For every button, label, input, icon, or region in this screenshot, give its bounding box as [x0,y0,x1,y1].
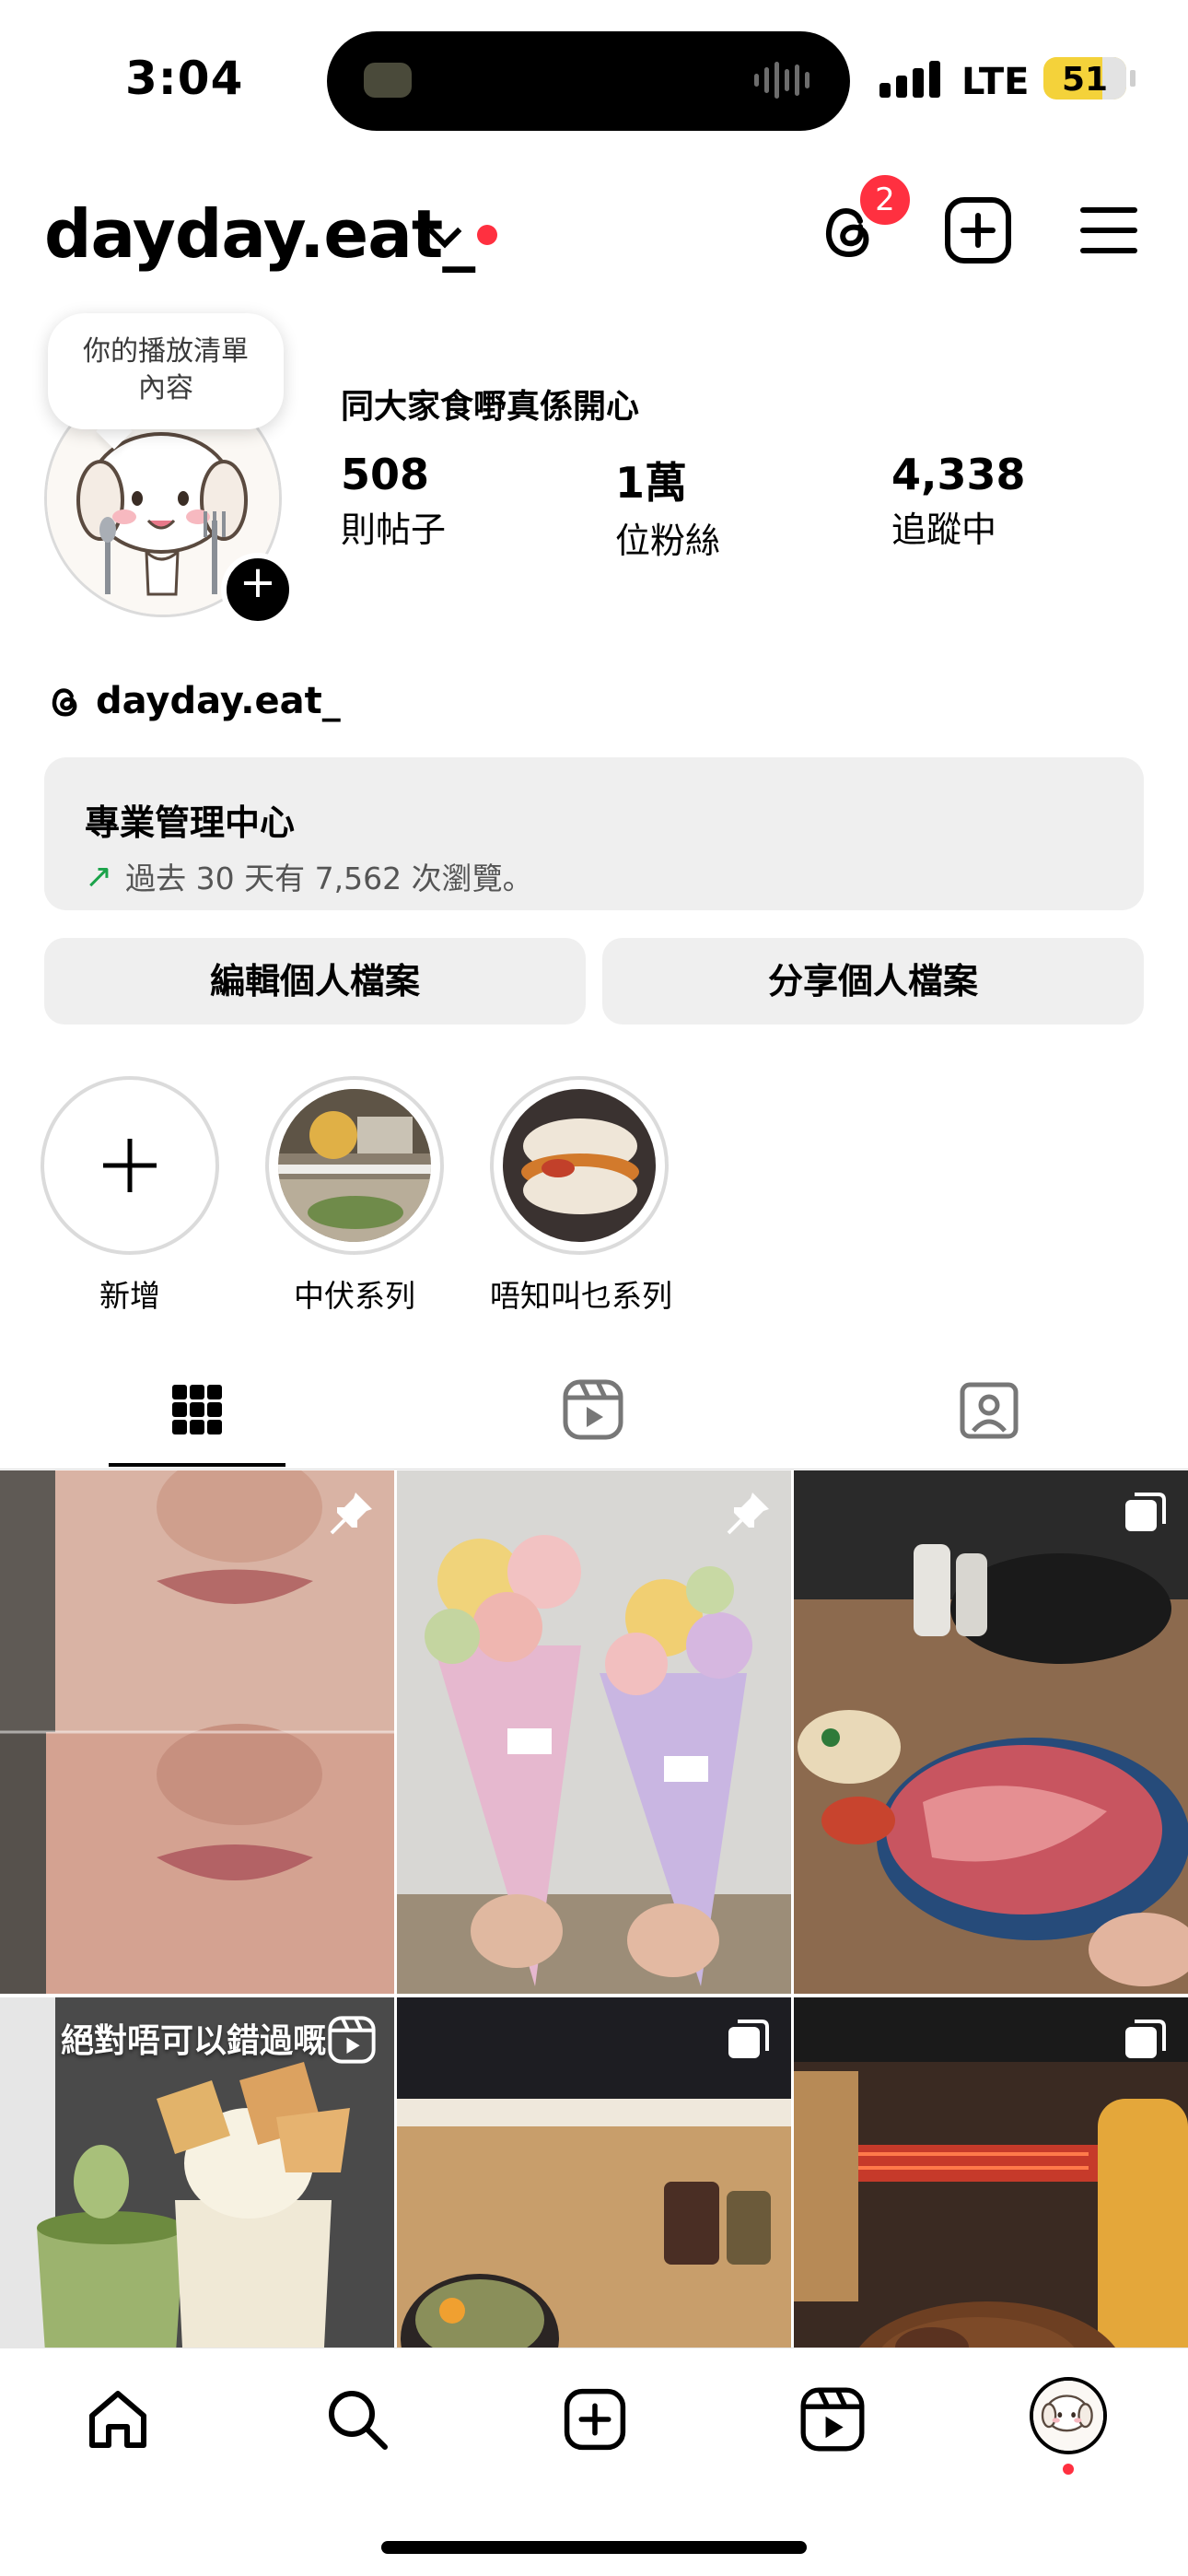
tagged-icon [960,1382,1019,1439]
plus-icon [103,1139,157,1192]
network-type: LTE [961,61,1030,103]
highlight-label: 中伏系列 [294,1278,415,1314]
stat-label: 位粉絲 [615,521,721,561]
highlight-label: 新增 [99,1278,160,1314]
threads-handle: dayday.eat_ [96,680,341,722]
dynamic-island [327,31,850,131]
pin-icon [330,1493,372,1535]
nav-home[interactable] [79,2381,157,2458]
nav-profile-avatar[interactable] [1030,2377,1107,2454]
stat-value: 4,338 [891,450,1026,499]
search-icon [329,2391,388,2450]
reels-icon [800,2387,865,2452]
new-highlight-ring [41,1076,219,1255]
dashboard-subtitle: 過去 30 天有 7,562 次瀏覽。 [125,861,533,896]
stat-label: 則帖子 [341,509,447,550]
tab-reels[interactable] [538,1373,648,1446]
tab-grid[interactable] [142,1373,252,1446]
carousel-icon [1125,1493,1166,1531]
notification-dot [477,225,497,245]
battery-cap [1130,70,1136,87]
home-icon [89,2391,146,2448]
profile-username[interactable]: dayday.eat_ [44,195,475,273]
dashboard-title: 專業管理中心 [85,802,296,843]
nav-reels[interactable] [794,2381,871,2458]
threads-icon [52,688,77,717]
now-playing-artwork [364,63,412,98]
nav-search[interactable] [319,2381,396,2458]
stat-value: 508 [341,450,430,499]
highlight-cover [503,1089,656,1242]
profile-display-name: 同大家食嘢真係開心 [341,388,640,426]
create-icon [564,2388,626,2451]
post-thumbnail[interactable] [0,1470,394,1994]
grid-icon [172,1385,222,1434]
create-post-button[interactable] [943,195,1013,265]
pin-icon [727,1493,769,1535]
stat-following[interactable]: 4,338 追蹤中 [891,450,1026,552]
threads-notification-badge: 2 [856,171,914,228]
highlight-item[interactable]: 中伏系列 [265,1076,444,1316]
profile-notification-dot [1063,2464,1074,2475]
home-indicator[interactable] [381,2541,807,2554]
stat-label: 追蹤中 [891,509,997,550]
stat-followers[interactable]: 1萬 位粉絲 [615,450,720,563]
highlight-item[interactable]: 唔知叫乜系列 [490,1076,672,1316]
cellular-signal-icon [879,61,940,98]
tab-tagged[interactable] [934,1373,1044,1446]
professional-dashboard[interactable]: 專業管理中心 ↗ 過去 30 天有 7,562 次瀏覽。 [44,757,1144,910]
carousel-icon [728,2020,769,2058]
nav-create[interactable] [556,2381,634,2458]
status-time: 3:04 [125,52,244,105]
post-overlay-title: 絕對唔可以錯過嘅 [61,2021,327,2060]
highlight-new[interactable]: 新增 [41,1076,219,1316]
battery-level: 51 [1062,61,1109,99]
post-thumbnail[interactable] [397,1470,791,1994]
audio-waveform-icon [754,57,809,103]
post-thumbnail[interactable] [794,1470,1188,1994]
trend-up-arrow-icon: ↗ [85,857,113,896]
reels-icon [328,2016,376,2064]
highlight-label: 唔知叫乜系列 [490,1278,672,1314]
stat-value: 1萬 [615,458,688,508]
highlight-cover [278,1089,431,1242]
add-story-button[interactable]: + [221,553,295,626]
edit-profile-button[interactable]: 編輯個人檔案 [44,938,586,1025]
playlist-tooltip[interactable]: 你的播放清單 內容 [48,313,284,429]
reels-icon [563,1379,623,1440]
carousel-icon [1125,2020,1166,2058]
stat-posts[interactable]: 508 則帖子 [341,450,446,552]
battery-icon: 51 [1043,57,1126,100]
threads-profile-link[interactable]: dayday.eat_ [44,680,341,722]
hamburger-menu-icon[interactable] [1079,203,1138,258]
share-profile-button[interactable]: 分享個人檔案 [602,938,1144,1025]
active-tab-indicator [109,1463,285,1467]
tooltip-text: 你的播放清單 內容 [83,335,249,404]
